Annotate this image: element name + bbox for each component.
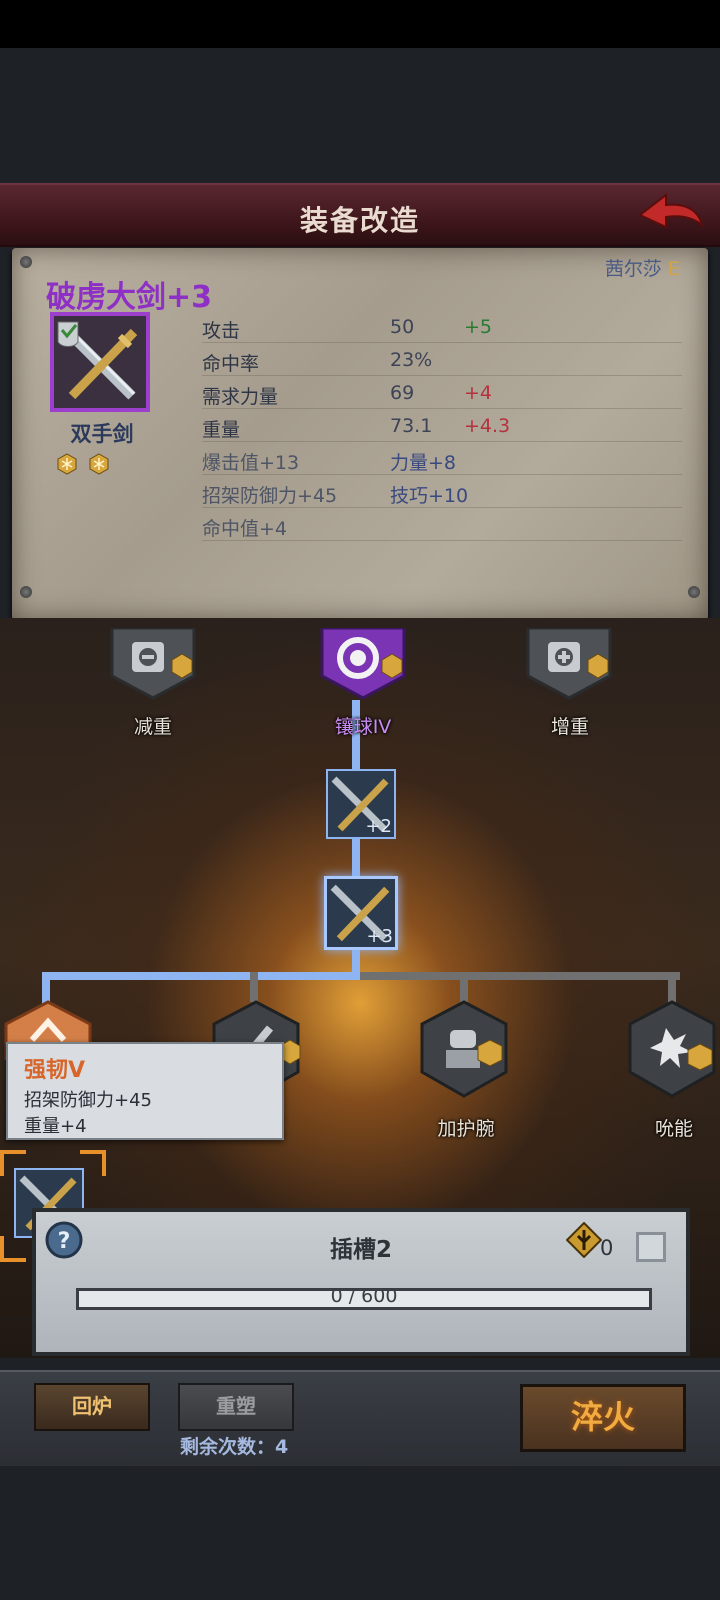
socket-gem-icon <box>57 453 77 475</box>
bonus-row: 爆击值+13 力量+8 <box>202 444 682 475</box>
greatsword-icon[interactable] <box>50 312 150 412</box>
tree-connector <box>42 972 360 980</box>
bonus-left: 爆击值+13 <box>202 452 300 474</box>
stat-delta: +5 <box>464 316 493 338</box>
action-bar: 回炉 重塑 剩余次数：4 淬火 <box>0 1370 720 1468</box>
weight-up-icon[interactable] <box>524 628 614 700</box>
node-label: 增重 <box>550 716 589 738</box>
stat-value: 69 <box>390 382 415 404</box>
stat-row-strength-req: 需求力量 69 +4 <box>202 378 682 409</box>
bonus-left: 招架防御力+45 <box>202 485 338 507</box>
slot-checkbox[interactable] <box>636 1232 666 1262</box>
stat-label: 需求力量 <box>202 386 279 408</box>
node-label: 加护腕 <box>437 1118 495 1140</box>
stat-row-attack: 攻击 50 +5 <box>202 312 682 343</box>
sword-art <box>57 321 138 400</box>
rune-currency-icon <box>566 1222 602 1258</box>
remaining-count: 剩余次数：4 <box>180 1436 289 1458</box>
stat-label: 命中率 <box>202 353 260 375</box>
upgrade-level: +3 <box>366 926 393 947</box>
bottom-background <box>0 1466 720 1600</box>
equipment-name: 破虏大剑+3 <box>46 280 213 315</box>
currency-count: 0 <box>600 1236 614 1260</box>
rivet-icon <box>20 256 32 268</box>
tooltip-title: 强韧V <box>24 1058 86 1083</box>
bonus-right: 技巧+10 <box>390 485 469 507</box>
owner-name: 茜尔莎 <box>604 258 662 280</box>
bonus-row: 命中值+4 <box>202 510 682 541</box>
socket-gem-icon <box>89 453 109 475</box>
stat-row-hit-rate: 命中率 23% <box>202 345 682 376</box>
progress-text: 0 / 600 <box>330 1285 398 1307</box>
quench-button[interactable]: 淬火 <box>520 1384 686 1452</box>
status-bar <box>0 0 720 48</box>
stat-delta: +4 <box>464 382 493 404</box>
bracer-fist-icon[interactable] <box>418 1000 510 1100</box>
upgrade-level: +2 <box>365 816 392 837</box>
stat-delta: +4.3 <box>464 415 511 437</box>
node-label: 吮能 <box>654 1118 693 1140</box>
upgrade-node-plus2[interactable]: +2 <box>326 769 396 839</box>
node-label: 镶球IV <box>334 716 392 738</box>
upgrade-node-plus3[interactable]: +3 <box>324 876 398 950</box>
tooltip-line: 重量+4 <box>24 1116 87 1137</box>
tooltip-line: 招架防御力+45 <box>24 1090 152 1111</box>
rivet-icon <box>688 586 700 598</box>
owner-label: 茜尔莎 E <box>605 254 680 281</box>
stat-value: 73.1 <box>390 415 433 437</box>
bonus-left: 命中值+4 <box>202 518 288 540</box>
stat-value: 50 <box>390 316 415 338</box>
orb-socket-icon[interactable] <box>318 628 408 700</box>
node-tooltip: 强韧V 招架防御力+45 重量+4 <box>6 1042 284 1140</box>
back-arrow-icon[interactable] <box>636 191 706 237</box>
stat-label: 攻击 <box>202 320 241 342</box>
bonus-row: 招架防御力+45 技巧+10 <box>202 477 682 508</box>
tree-connector <box>668 972 676 1002</box>
bonus-right: 力量+8 <box>390 452 457 474</box>
slot-panel: ? 插槽2 0 0 / 600 <box>32 1208 690 1356</box>
slot-progress-bar: 0 / 600 <box>76 1285 652 1310</box>
page-title: 装备改造 <box>299 204 420 237</box>
tree-connector <box>250 972 258 1002</box>
stat-label: 重量 <box>202 419 241 441</box>
node-label: 减重 <box>133 716 172 738</box>
title-banner: 装备改造 <box>0 183 720 247</box>
drain-burst-icon[interactable] <box>626 1000 718 1100</box>
weight-down-icon[interactable] <box>108 628 198 700</box>
stat-value: 23% <box>390 349 433 371</box>
reshape-button[interactable]: 重塑 <box>178 1383 294 1431</box>
equipment-type: 双手剑 <box>70 422 134 446</box>
rivet-icon <box>20 586 32 598</box>
tree-connector <box>460 972 468 1002</box>
equipment-stat-panel: 茜尔莎 E 破虏大剑+3 双手剑 攻击 50 +5 命中率 23% 需求力量 6… <box>12 248 708 620</box>
stat-row-weight: 重量 73.1 +4.3 <box>202 411 682 442</box>
tree-connector <box>360 972 680 980</box>
owner-grade: E <box>667 258 680 280</box>
recycle-button[interactable]: 回炉 <box>34 1383 150 1431</box>
